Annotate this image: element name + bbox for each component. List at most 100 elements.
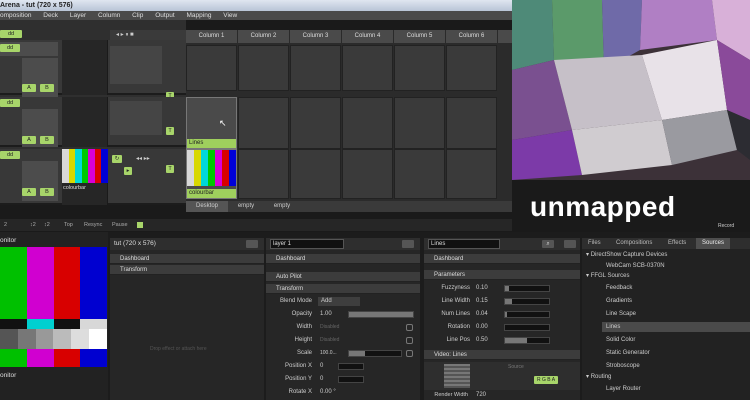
clip-slot-r3c6[interactable] <box>446 149 497 199</box>
opacity-slider[interactable] <box>348 311 414 318</box>
layer1-b-button[interactable]: B <box>40 84 54 92</box>
layer1-add[interactable]: dd <box>0 30 22 38</box>
clip-slot-r1c3[interactable] <box>290 45 341 91</box>
toolbar-item-1[interactable]: 2 <box>4 219 7 231</box>
toolbar-top[interactable]: Top <box>64 219 73 231</box>
browser-tab-files[interactable]: Files <box>588 240 601 246</box>
layer-dashboard-section[interactable]: Dashboard <box>266 254 420 264</box>
menu-clip[interactable]: Clip <box>132 12 143 19</box>
clip-slot-r2c6[interactable] <box>446 97 497 149</box>
composition-dashboard-section[interactable]: Dashboard <box>110 254 264 264</box>
layer2-b-button[interactable]: B <box>40 136 54 144</box>
clip-video-section[interactable]: Video: Lines <box>424 350 580 360</box>
toolbar-resync[interactable]: Resync <box>84 219 102 231</box>
layer3-blend[interactable]: dd <box>0 151 20 159</box>
browser-tab-effects[interactable]: Effects <box>668 240 686 246</box>
tree-lines[interactable]: Lines <box>602 322 750 332</box>
tree-directshow[interactable]: ▾ DirectShow Capture Devices <box>586 250 667 260</box>
deck-tab-empty-1[interactable]: empty <box>228 201 264 212</box>
clip-slot-r1c5[interactable] <box>394 45 445 91</box>
clip-parameters-section[interactable]: Parameters <box>424 270 580 280</box>
tree-line-scape[interactable]: Line Scape <box>606 309 636 319</box>
tree-webcam[interactable]: WebCam SCB-0370N <box>606 261 665 271</box>
tree-stroboscope[interactable]: Stroboscope <box>606 361 640 371</box>
toolbar-pause[interactable]: Pause <box>112 219 128 231</box>
layer2-clip[interactable] <box>62 97 108 147</box>
menu-composition[interactable]: omposition <box>0 12 31 19</box>
clip-slot-r1c1[interactable] <box>186 45 237 91</box>
menu-column[interactable]: Column <box>98 12 120 19</box>
clip-slot-r3c5[interactable] <box>394 149 445 199</box>
layer2-a-button[interactable]: A <box>22 136 36 144</box>
browser-tab-compositions[interactable]: Compositions <box>616 240 652 246</box>
layer1-clip[interactable] <box>62 40 108 95</box>
tree-layer-router[interactable]: Layer Router <box>606 384 641 394</box>
tree-routing[interactable]: ▾ Routing <box>586 372 611 382</box>
clip-slot-r2c2[interactable] <box>238 97 289 149</box>
clip-slot-r3c3[interactable] <box>290 149 341 199</box>
num-lines-slider[interactable] <box>504 311 550 318</box>
blend-mode-select[interactable]: Add <box>318 297 360 306</box>
layer3-a-button[interactable]: A <box>22 188 36 196</box>
layer3-clip[interactable]: colourbar <box>62 149 109 205</box>
layer-transform-section[interactable]: Transform <box>266 284 420 294</box>
clip-slot-r2c4[interactable] <box>342 97 393 149</box>
clip-slot-r3c4[interactable] <box>342 149 393 199</box>
position-y-slider[interactable] <box>338 376 364 383</box>
column-header-3[interactable]: Column 3 <box>290 30 342 43</box>
tree-feedback[interactable]: Feedback <box>606 283 632 293</box>
deck-tab-empty-2[interactable]: empty <box>264 201 300 212</box>
layer3-transport-icons[interactable]: ◂◂ ▸▸ <box>136 155 150 162</box>
menu-deck[interactable]: Deck <box>43 12 58 19</box>
line-width-slider[interactable] <box>504 298 550 305</box>
layer1-a-button[interactable]: A <box>22 84 36 92</box>
clip-slot-r2c3[interactable] <box>290 97 341 149</box>
layer-autopilot-section[interactable]: Auto Pilot <box>266 272 420 282</box>
tree-solid-color[interactable]: Solid Color <box>606 335 635 345</box>
menu-view[interactable]: View <box>223 12 237 19</box>
clip-slot-r3c2[interactable] <box>238 149 289 199</box>
column-header-1[interactable]: Column 1 <box>186 30 238 43</box>
toolbar-item-3[interactable]: ↕2 <box>44 219 50 231</box>
layer1-blend[interactable]: dd <box>0 44 20 52</box>
menu-mapping[interactable]: Mapping <box>187 12 212 19</box>
clip-gear-icon[interactable] <box>564 240 576 248</box>
clip-dashboard-section[interactable]: Dashboard <box>424 254 580 264</box>
clip-slot-r2c5[interactable] <box>394 97 445 149</box>
position-x-slider[interactable] <box>338 363 364 370</box>
clip-name-field[interactable]: Lines <box>428 239 500 249</box>
record-label[interactable]: Record <box>718 223 734 229</box>
rotation-slider[interactable] <box>504 324 550 331</box>
layer3-t-button[interactable]: T <box>166 165 174 173</box>
column-header-5[interactable]: Column 5 <box>394 30 446 43</box>
composition-gear-icon[interactable] <box>246 240 258 248</box>
tree-gradients[interactable]: Gradients <box>606 296 632 306</box>
column-header-4[interactable]: Column 4 <box>342 30 394 43</box>
menu-output[interactable]: Output <box>155 12 175 19</box>
height-checkbox[interactable] <box>406 337 413 344</box>
clip-slot-r1c2[interactable] <box>238 45 289 91</box>
composition-transform-section[interactable]: Transform <box>110 265 264 275</box>
layer3-loop-toggle[interactable]: ↻ <box>112 155 122 163</box>
tree-ffgl[interactable]: ▾ FFGL Sources <box>586 271 629 281</box>
clip-slot-r1c6[interactable] <box>446 45 497 91</box>
deck-tab-desktop[interactable]: Desktop <box>186 201 228 212</box>
clip-search-icon[interactable]: ⌕ <box>542 240 554 248</box>
clip-slot-lines[interactable]: ↖ Lines <box>186 97 237 149</box>
column-header-2[interactable]: Column 2 <box>238 30 290 43</box>
menu-layer[interactable]: Layer <box>70 12 86 19</box>
scale-slider[interactable] <box>348 350 402 357</box>
layer-name-field[interactable]: layer 1 <box>270 239 344 249</box>
clip-rgba-buttons[interactable]: R G B A <box>534 376 558 384</box>
scale-checkbox[interactable] <box>406 350 413 357</box>
line-pos-slider[interactable] <box>504 337 550 344</box>
browser-tab-sources[interactable]: Sources <box>696 238 730 249</box>
column-header-6[interactable]: Column 6 <box>446 30 498 43</box>
width-checkbox[interactable] <box>406 324 413 331</box>
layer-gear-icon[interactable] <box>402 240 414 248</box>
fuzzyness-slider[interactable] <box>504 285 550 292</box>
transport-icons[interactable]: ◂ ▸ ⏸ ■ <box>116 30 134 40</box>
layer2-t-button[interactable]: T <box>166 127 174 135</box>
layer3-b-button[interactable]: B <box>40 188 54 196</box>
toolbar-item-2[interactable]: ↕2 <box>30 219 36 231</box>
